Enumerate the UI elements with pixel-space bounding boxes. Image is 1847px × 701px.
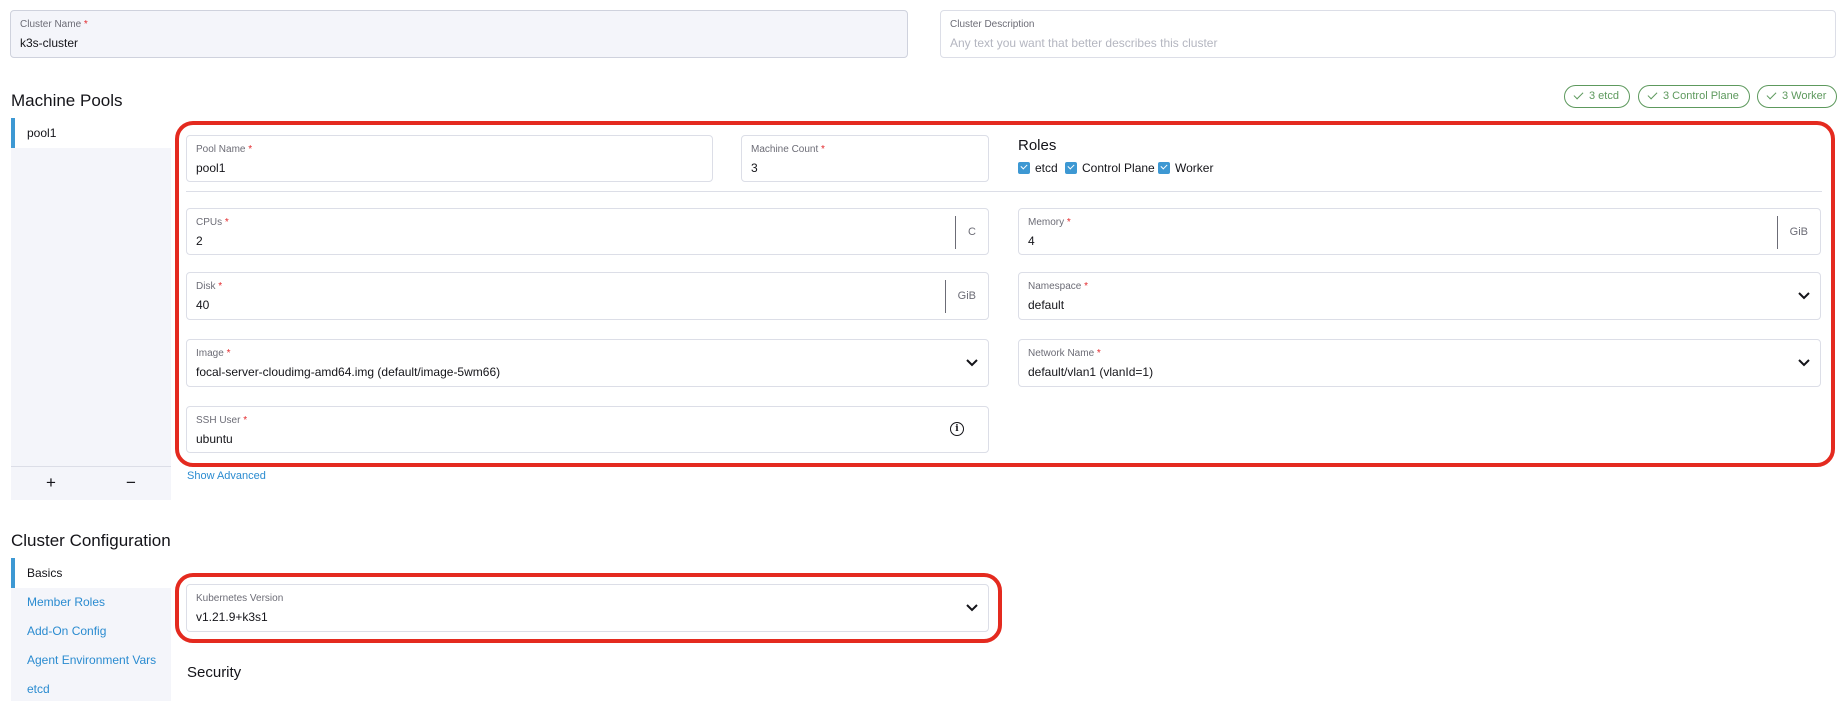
network-name-select[interactable]: Network Name * default/vlan1 (vlanId=1) [1018,339,1821,387]
checkbox-checked-icon [1018,162,1030,174]
config-nav-member-roles[interactable]: Member Roles [11,587,171,617]
role-checkbox-etcd[interactable]: etcd [1018,161,1058,175]
machine-count-label: Machine Count * [751,144,825,155]
machine-count-value: 3 [751,161,758,175]
kubernetes-version-label: Kubernetes Version [196,593,284,604]
security-title: Security [187,664,242,681]
disk-label: Disk * [196,281,223,292]
check-icon [1573,89,1584,100]
config-nav-add-on-config[interactable]: Add-On Config [11,616,171,646]
cluster-name-field[interactable]: Cluster Name * k3s-cluster [10,10,908,58]
memory-field[interactable]: Memory * 4 GiB [1018,208,1821,255]
pool-tab-pool1[interactable]: pool1 [11,118,171,148]
memory-unit: GiB [1776,216,1820,249]
cluster-configuration-title: Cluster Configuration [11,531,171,550]
chevron-down-icon [1798,359,1810,367]
kubernetes-version-value: v1.21.9+k3s1 [196,610,268,624]
cluster-name-value: k3s-cluster [20,36,79,50]
cluster-description-field[interactable]: Cluster Description Any text you want th… [940,10,1836,58]
chevron-down-icon [966,359,978,367]
disk-field[interactable]: Disk * 40 GiB [186,272,989,320]
machine-pools-title: Machine Pools [11,91,123,110]
cluster-name-label: Cluster Name * [20,19,88,30]
check-icon [1766,89,1777,100]
disk-unit: GiB [944,280,988,313]
cpus-label: CPUs * [196,217,229,228]
network-name-label: Network Name * [1028,348,1101,359]
chevron-down-icon [966,604,978,612]
badge-control-plane: 3 Control Plane [1638,85,1750,108]
add-pool-button[interactable]: + [11,467,91,499]
pool-name-field[interactable]: Pool Name * pool1 [186,135,713,182]
roles-title: Roles [1018,137,1057,154]
check-icon [1647,89,1658,100]
cluster-description-placeholder: Any text you want that better describes … [950,36,1218,50]
checkbox-checked-icon [1065,162,1077,174]
image-label: Image * [196,348,231,359]
cpus-field[interactable]: CPUs * 2 C [186,208,989,255]
badge-worker: 3 Worker [1757,85,1838,108]
cluster-config-sidebar: Basics Member Roles Add-On Config Agent … [11,558,171,701]
badge-etcd: 3 etcd [1564,85,1630,108]
remove-pool-button[interactable]: − [91,467,171,499]
config-nav-agent-env-vars[interactable]: Agent Environment Vars [11,645,171,675]
cpus-unit: C [955,216,988,249]
memory-value: 4 [1028,234,1035,248]
namespace-label: Namespace * [1028,281,1089,292]
image-select[interactable]: Image * focal-server-cloudimg-amd64.img … [186,339,989,387]
memory-label: Memory * [1028,217,1071,228]
namespace-value: default [1028,298,1065,312]
role-checkbox-control-plane[interactable]: Control Plane [1065,161,1155,175]
image-value: focal-server-cloudimg-amd64.img (default… [196,365,501,379]
pool-name-label: Pool Name * [196,144,253,155]
kubernetes-version-select[interactable]: Kubernetes Version v1.21.9+k3s1 [186,584,989,632]
cpus-value: 2 [196,234,203,248]
ssh-user-label: SSH User * [196,415,248,426]
cluster-description-label: Cluster Description [950,19,1035,30]
role-checkbox-worker[interactable]: Worker [1158,161,1213,175]
show-advanced-link[interactable]: Show Advanced [187,470,266,482]
pool-name-value: pool1 [196,161,226,175]
ssh-user-field[interactable]: SSH User * ubuntu i [186,406,989,453]
machine-pool-sidebar: pool1 [11,118,171,500]
namespace-select[interactable]: Namespace * default [1018,272,1821,320]
machine-count-field[interactable]: Machine Count * 3 [741,135,989,182]
config-nav-etcd[interactable]: etcd [11,674,171,701]
disk-value: 40 [196,298,210,312]
config-nav-basics[interactable]: Basics [11,558,171,588]
pool-top-divider [186,191,1822,192]
network-name-value: default/vlan1 (vlanId=1) [1028,365,1154,379]
ssh-user-value: ubuntu [196,432,233,446]
chevron-down-icon [1798,292,1810,300]
info-icon[interactable]: i [950,422,964,436]
checkbox-checked-icon [1158,162,1170,174]
